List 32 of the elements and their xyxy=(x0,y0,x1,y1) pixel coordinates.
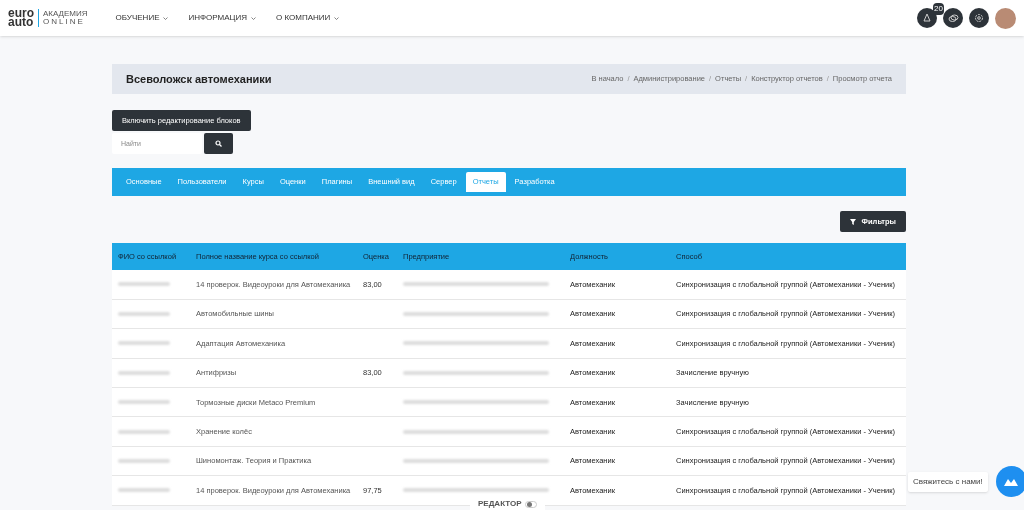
redacted-text xyxy=(118,488,170,493)
filter-icon xyxy=(849,218,856,225)
redacted-text xyxy=(118,282,170,287)
settings-button[interactable] xyxy=(969,8,989,28)
chat-icon xyxy=(947,13,959,23)
redacted-text xyxy=(118,400,170,405)
nav-menu[interactable]: ИНФОРМАЦИЯ xyxy=(188,12,256,24)
chevron-down-icon xyxy=(251,16,256,20)
logo-text: euro xyxy=(8,9,34,18)
search-icon xyxy=(215,140,222,147)
logo-subtitle: АКАДЕМИЯ xyxy=(43,10,88,18)
chat-widget-button[interactable] xyxy=(995,466,1024,497)
search-button[interactable] xyxy=(204,133,233,154)
user-avatar[interactable] xyxy=(995,7,1016,29)
chevron-down-icon xyxy=(334,16,340,20)
nav-menu[interactable]: О КОМПАНИИ xyxy=(276,12,340,24)
nav-menu[interactable]: ОБУЧЕНИЕ xyxy=(115,12,169,24)
editor-label: РЕДАКТОР xyxy=(478,498,522,510)
redacted-text xyxy=(118,459,170,464)
logo-text: auto xyxy=(8,18,34,27)
logo-icon xyxy=(1004,477,1019,486)
settings-icon xyxy=(974,13,984,23)
logo-subtitle: ONLINE xyxy=(43,18,85,26)
contact-tooltip: Свяжитесь с нами! xyxy=(908,471,988,492)
redacted-text xyxy=(118,341,170,346)
page-title: Всеволожск автомеханики xyxy=(126,71,272,87)
notification-count: 20 xyxy=(933,3,944,15)
messages-button[interactable] xyxy=(943,8,963,28)
chevron-down-icon xyxy=(163,16,169,20)
redacted-text xyxy=(118,370,170,375)
redacted-text xyxy=(118,312,170,317)
redacted-text xyxy=(118,429,170,434)
